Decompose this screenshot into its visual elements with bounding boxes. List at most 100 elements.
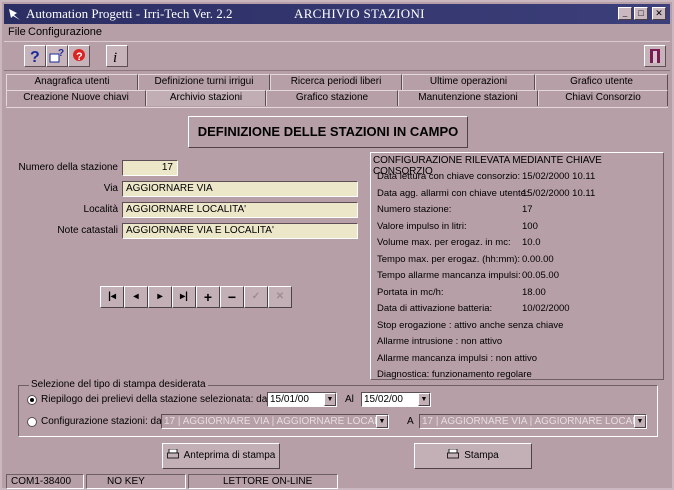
menu-bar: File Configurazione (4, 24, 670, 40)
add-record-button[interactable]: + (196, 286, 220, 308)
config-row-label: Tempo max. per erogaz. (hh:mm): (377, 253, 521, 265)
confirm-record-button[interactable]: ✓ (244, 286, 268, 308)
status-reader: LETTORE ON-LINE (188, 474, 338, 489)
config-row-value: 15/02/2000 10.11 (522, 187, 596, 199)
radio-riepilogo-prelievi[interactable] (27, 395, 37, 405)
close-button[interactable]: ✕ (652, 7, 666, 20)
minimize-button[interactable]: _ (618, 7, 632, 20)
exit-button[interactable] (644, 45, 666, 67)
tab-ricerca-periodi[interactable]: Ricerca periodi liberi (270, 74, 402, 90)
status-key: NO KEY (86, 474, 186, 489)
help-button[interactable]: ? (24, 45, 46, 67)
config-row: Data agg. allarmi con chiave utente: 15/0… (377, 188, 661, 199)
cancel-record-button[interactable]: ✕ (268, 286, 292, 308)
config-row-label: Data lettura con chiave consorzio: (377, 171, 521, 182)
print-button[interactable]: Stampa (414, 443, 532, 469)
tab-grafico-stazione[interactable]: Grafico stazione (266, 90, 398, 106)
edit-icon: ? (49, 48, 64, 63)
next-record-button[interactable]: ▸ (148, 286, 172, 308)
date-from-select[interactable]: 15/01/00 ▼ (267, 392, 337, 407)
station-to-value: 17 | AGGIORNARE VIA | AGGIORNARE LOCALI (422, 416, 641, 427)
tab-row-2: Creazione Nuove chiavi Archivio stazioni… (6, 90, 668, 106)
config-row-label: Diagnostica: funzionamento regolare (377, 369, 532, 380)
config-row: Tempo allarme mancanza impulsi: 00.05.00 (377, 270, 661, 281)
configurazione-panel: CONFIGURAZIONE RILEVATA MEDIANTE CHIAVE … (370, 152, 664, 380)
config-row-label: Tempo allarme mancanza impulsi: (377, 270, 521, 281)
info-button[interactable]: i (106, 45, 128, 67)
tab-archivio-stazioni[interactable]: Archivio stazioni (146, 90, 266, 106)
maximize-button[interactable]: □ (634, 7, 648, 20)
numero-stazione-field[interactable]: 17 (122, 160, 178, 176)
config-row-label: Data di attivazione batteria: (377, 303, 493, 314)
localita-label: Località (83, 204, 118, 215)
config-row-label: Numero stazione: (377, 204, 452, 215)
note-catastali-label: Note catastali (57, 225, 118, 236)
hint-button[interactable]: ? (68, 45, 90, 67)
last-record-button[interactable]: ▸| (172, 286, 196, 308)
prev-record-button[interactable]: ◂ (124, 286, 148, 308)
date-to-value: 15/02/00 (364, 394, 403, 405)
config-row-label: Valore impulso in litri: (377, 220, 467, 232)
status-com-port: COM1-38400 (6, 474, 84, 489)
via-field[interactable]: AGGIORNARE VIA (122, 181, 358, 197)
tab-ultime-operazioni[interactable]: Ultime operazioni (402, 74, 535, 90)
riepilogo-prelievi-label: Riepilogo dei prelievi della stazione se… (41, 394, 270, 405)
config-row: Data lettura con chiave consorzio: 15/02/… (377, 171, 661, 182)
note-catastali-field[interactable]: AGGIORNARE VIA E LOCALITA' (122, 223, 358, 239)
numero-stazione-label: Numero della stazione (18, 162, 119, 173)
localita-field[interactable]: AGGIORNARE LOCALITA' (122, 202, 358, 218)
print-preview-button[interactable]: Anteprima di stampa (162, 443, 280, 469)
config-row-value: 0.00.00 (522, 253, 554, 265)
svg-text:?: ? (76, 51, 83, 63)
print-selection-legend: Selezione del tipo di stampa desiderata (29, 379, 208, 390)
print-preview-label: Anteprima di stampa (183, 450, 276, 461)
menu-configurazione[interactable]: Configurazione (28, 26, 102, 38)
date-from-value: 15/01/00 (270, 394, 309, 405)
config-row-label: Portata in mc/h: (377, 286, 444, 298)
tab-grafico-utente[interactable]: Grafico utente (535, 74, 668, 90)
config-row: Diagnostica: funzionamento regolare (377, 369, 661, 380)
config-row-label: Data agg. allarmi con chiave utente: (377, 187, 529, 199)
print-selection-group: Selezione del tipo di stampa desiderata … (18, 379, 658, 437)
info-icon: i (113, 50, 117, 66)
first-record-button[interactable]: |◂ (100, 286, 124, 308)
status-bar: COM1-38400 NO KEY LETTORE ON-LINE (4, 472, 670, 490)
edit-button[interactable]: ? (46, 45, 68, 67)
chevron-down-icon: ▼ (418, 393, 430, 406)
chevron-down-icon: ▼ (376, 415, 388, 428)
station-from-select[interactable]: 17 | AGGIORNARE VIA | AGGIORNARE LOCALI … (161, 414, 389, 429)
config-row: Data di attivazione batteria: 10/02/2000 (377, 303, 661, 314)
menu-file[interactable]: File (8, 26, 26, 38)
tab-anagrafica-utenti[interactable]: Anagrafica utenti (6, 74, 138, 90)
config-row-label: Stop erogazione : attivo anche senza chi… (377, 319, 564, 331)
config-row: Portata in mc/h: 18.00 (377, 287, 661, 298)
config-row-value: 10.0 (522, 237, 541, 248)
tab-manutenzione-stazioni[interactable]: Manutenzione stazioni (398, 90, 538, 106)
al-label: Al (345, 394, 354, 405)
window-subtitle: ARCHIVIO STAZIONI (294, 6, 425, 21)
delete-record-button[interactable]: − (220, 286, 244, 308)
radio-configurazione-stazioni[interactable] (27, 417, 37, 427)
chevron-down-icon: ▼ (324, 393, 336, 406)
config-row-value: 18.00 (522, 286, 546, 298)
station-to-select[interactable]: 17 | AGGIORNARE VIA | AGGIORNARE LOCALI … (419, 414, 647, 429)
config-row-value: 17 (522, 204, 533, 215)
config-row-label: Allarme intrusione : non attivo (377, 336, 503, 347)
config-row: Stop erogazione : attivo anche senza chi… (377, 320, 661, 331)
tab-creazione-chiavi[interactable]: Creazione Nuove chiavi (6, 90, 146, 106)
svg-text:i: i (113, 50, 117, 66)
date-to-select[interactable]: 15/02/00 ▼ (361, 392, 431, 407)
svg-text:?: ? (30, 49, 40, 66)
config-row: Volume max. per erogaz. in mc: 10.0 (377, 237, 661, 248)
config-row-label: Volume max. per erogaz. in mc: (377, 237, 511, 248)
page-title: DEFINIZIONE DELLE STAZIONI IN CAMPO (188, 116, 468, 148)
tab-chiavi-consorzio[interactable]: Chiavi Consorzio (538, 90, 668, 106)
configurazione-stazioni-label: Configurazione stazioni: da (41, 416, 162, 427)
tab-definizione-turni[interactable]: Definizione turni irrigui (138, 74, 270, 90)
toolbar: ? ? ? i (4, 41, 670, 71)
app-icon (9, 9, 20, 20)
config-row-label: Allarme mancanza impulsi : non attivo (377, 352, 537, 364)
config-row: Allarme mancanza impulsi : non attivo (377, 353, 661, 364)
config-row-value: 15/02/2000 10.11 (522, 171, 596, 182)
config-row: Valore impulso in litri: 100 (377, 221, 661, 232)
